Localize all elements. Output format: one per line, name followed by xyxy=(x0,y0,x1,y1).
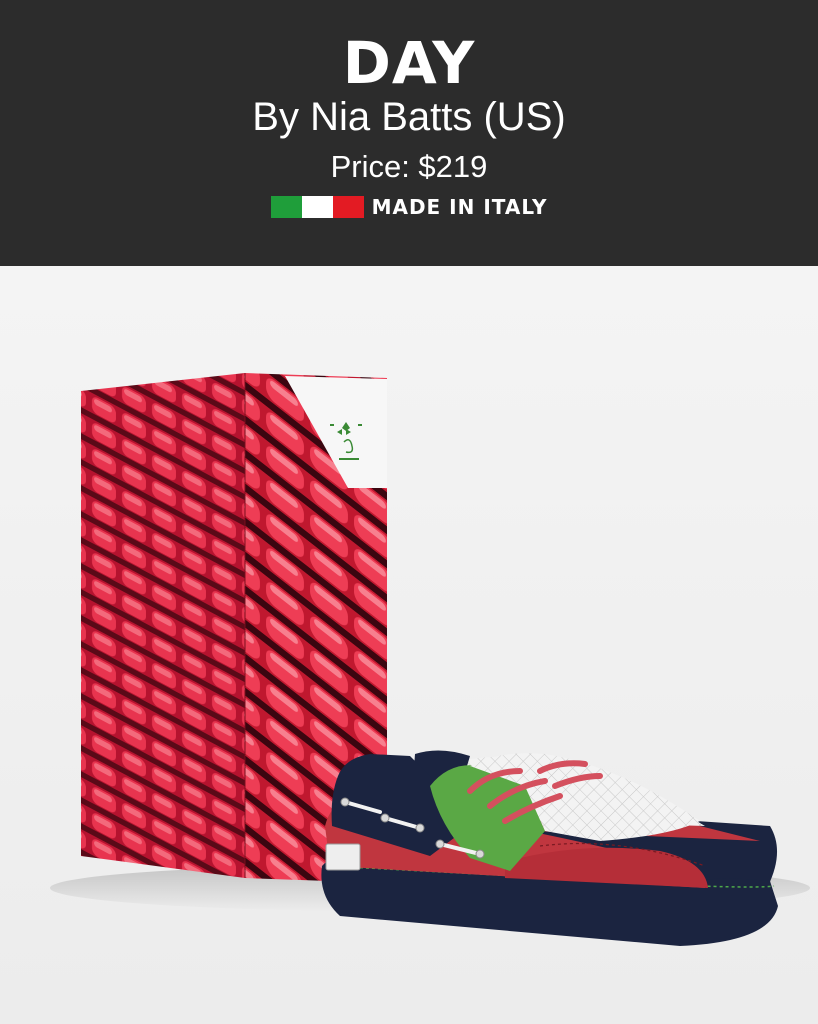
product-header: DAY By Nia Batts (US) Price: $219 MADE I… xyxy=(0,0,818,266)
made-in-label: MADE IN ITALY xyxy=(371,195,548,219)
made-in-badge: MADE IN ITALY xyxy=(0,192,818,222)
product-price: Price: $219 xyxy=(330,149,488,184)
designer-byline: By Nia Batts (US) xyxy=(252,95,566,139)
product-image xyxy=(0,266,818,1024)
shoe-pair xyxy=(321,750,778,946)
shoe-and-box-image xyxy=(50,373,810,946)
heel-tag-icon xyxy=(325,843,361,871)
italy-flag-icon xyxy=(270,196,364,218)
product-title: DAY xyxy=(342,29,476,97)
